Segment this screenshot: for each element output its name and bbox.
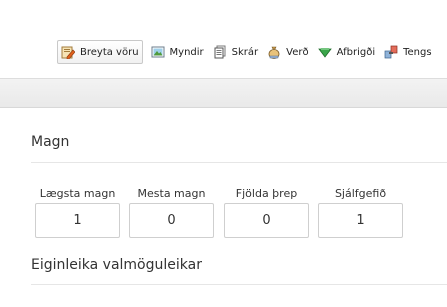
files-icon	[213, 45, 227, 59]
related-label: Tengs	[403, 46, 432, 58]
min-quantity-input[interactable]	[35, 203, 120, 238]
product-edit-page: Breyta vöru Myndir Skrár Verð Afbrigði T…	[0, 0, 447, 307]
edit-product-label: Breyta vöru	[80, 46, 139, 58]
default-quantity-input[interactable]	[318, 203, 403, 238]
quantity-section-title: Magn	[31, 134, 70, 150]
related-icon	[384, 45, 398, 59]
main-content: Magn Lægsta magn Mesta magn Fjölda þrep …	[0, 108, 447, 307]
quantity-step-input[interactable]	[224, 203, 309, 238]
files-label: Skrár	[231, 46, 259, 58]
toolbar-items: Breyta vöru Myndir Skrár Verð Afbrigði T…	[57, 40, 441, 64]
related-tab[interactable]: Tengs	[384, 40, 432, 64]
product-toolbar: Breyta vöru Myndir Skrár Verð Afbrigði T…	[0, 0, 447, 78]
quantity-step-field: Fjölda þrep	[224, 187, 309, 238]
min-quantity-field: Lægsta magn	[35, 187, 120, 238]
price-tab[interactable]: Verð	[267, 40, 309, 64]
images-label: Myndir	[169, 46, 204, 58]
money-bag-icon	[267, 45, 281, 59]
variants-label: Afbrigði	[336, 46, 376, 58]
max-quantity-field: Mesta magn	[129, 187, 214, 238]
min-quantity-label: Lægsta magn	[39, 187, 116, 200]
max-quantity-label: Mesta magn	[137, 187, 206, 200]
images-tab[interactable]: Myndir	[151, 40, 204, 64]
quantity-step-label: Fjölda þrep	[235, 187, 298, 200]
image-icon	[151, 45, 165, 59]
price-label: Verð	[286, 46, 309, 58]
quantity-section-divider	[31, 162, 447, 163]
files-tab[interactable]: Skrár	[213, 40, 259, 64]
toolbar-separator-strip	[0, 78, 447, 108]
max-quantity-input[interactable]	[129, 203, 214, 238]
variants-tab[interactable]: Afbrigði	[317, 40, 376, 64]
default-quantity-field: Sjálfgefið	[318, 187, 403, 238]
default-quantity-label: Sjálfgefið	[334, 187, 387, 200]
attribute-options-divider	[31, 284, 447, 285]
attribute-options-section-title: Eiginleika valmöguleikar	[31, 257, 202, 273]
edit-product-icon	[61, 45, 75, 59]
edit-product-tab[interactable]: Breyta vöru	[57, 40, 143, 64]
variants-icon	[317, 45, 332, 59]
